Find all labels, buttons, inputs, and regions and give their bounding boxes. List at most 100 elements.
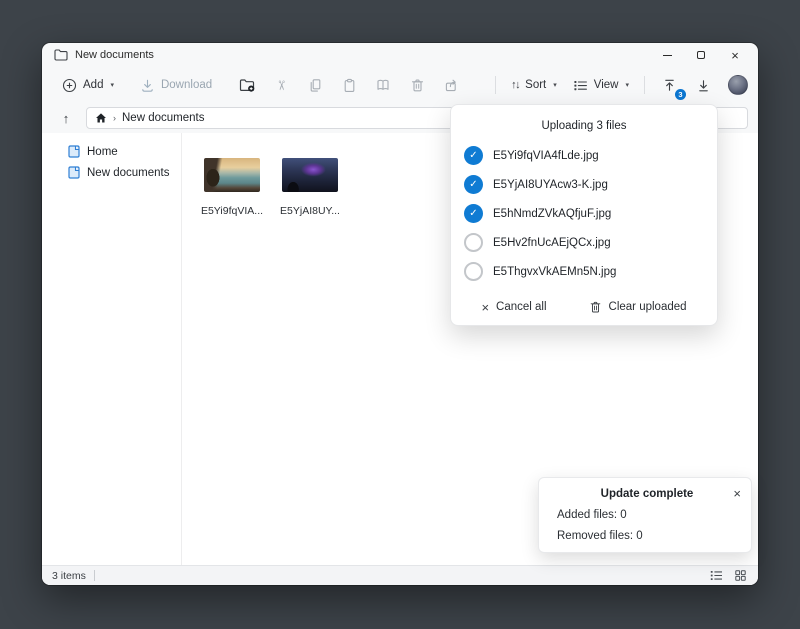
rename-icon [375,78,391,92]
download-button[interactable]: Download [132,73,220,98]
download-progress-button[interactable] [688,71,718,99]
view-button[interactable]: View ▾ [565,74,637,97]
upload-file-name: E5Hv2fnUcAEjQCx.jpg [493,237,611,249]
upload-complete-icon: ✓ [464,175,483,194]
paste-icon [342,78,357,93]
upload-icon [662,78,677,93]
trash-icon [589,300,602,314]
sort-button[interactable]: ↑↓ Sort ▾ [503,74,565,96]
cancel-all-label: Cancel all [496,301,547,313]
maximize-button[interactable] [684,44,718,66]
upload-progress-button[interactable]: 3 [654,71,684,99]
file-thumbnail [204,158,260,192]
upload-file-name: E5Yi9fqVIA4fLde.jpg [493,150,599,162]
download-label: Download [161,79,212,91]
cancel-icon: × [481,301,489,314]
upload-count-badge: 3 [675,89,686,100]
grid-view-icon [735,570,746,581]
sidebar-item-home[interactable]: Home [42,141,181,162]
sidebar-item-label: Home [87,146,118,158]
paste-button[interactable] [334,71,364,99]
upload-progress-panel: Uploading 3 files ✓ E5Yi9fqVIA4fLde.jpg … [450,104,718,326]
sort-icon: ↑↓ [511,79,519,91]
check-icon: ✓ [469,179,477,190]
check-icon: ✓ [469,150,477,161]
update-complete-toast: Update complete × Added files: 0 Removed… [538,477,752,553]
minimize-icon [663,55,672,56]
statusbar: 3 items [42,565,758,585]
user-avatar[interactable] [728,75,748,95]
upload-pending-icon [464,233,483,252]
file-thumbnail [282,158,338,192]
upload-item: ✓ E5Yi9fqVIA4fLde.jpg [451,141,717,170]
toast-close-button[interactable]: × [733,486,741,501]
desktop-background: New documents × Add ▾ [0,0,800,629]
close-button[interactable]: × [718,44,752,66]
download-icon [140,78,155,93]
window-folder-icon [54,49,68,61]
upload-pending-icon [464,262,483,281]
check-icon: ✓ [469,208,477,219]
toolbar-separator [495,76,496,94]
navigate-up-button[interactable]: ↑ [54,106,78,130]
upload-complete-icon: ✓ [464,146,483,165]
upload-panel-title: Uploading 3 files [451,105,717,141]
sidebar: Home New documents [42,133,182,565]
toast-title: Update complete [557,488,737,500]
toolbar-separator [644,76,645,94]
items-count: 3 items [52,570,86,582]
toast-added-line: Added files: 0 [557,509,737,521]
cancel-all-button[interactable]: × Cancel all [475,297,552,318]
view-label: View [594,79,619,91]
cut-icon: ✂ [275,80,288,91]
chevron-right-icon: › [113,113,116,123]
maximize-icon [697,51,705,59]
breadcrumb-current[interactable]: New documents [122,112,204,124]
document-icon [68,166,80,179]
upload-item: E5ThgvxVkAEMn5N.jpg [451,257,717,286]
close-icon: × [733,486,741,501]
cut-button[interactable]: ✂ [266,71,296,99]
rename-button[interactable] [368,71,398,99]
upload-item: ✓ E5hNmdZVkAQfjuF.jpg [451,199,717,228]
delete-icon [410,78,425,93]
sidebar-item-new-documents[interactable]: New documents [42,162,181,183]
home-icon[interactable] [95,112,107,124]
upload-item: ✓ E5YjAI8UYAcw3-K.jpg [451,170,717,199]
download-tray-icon [696,78,711,93]
delete-button[interactable] [402,71,432,99]
caret-down-icon: ▾ [625,81,629,89]
new-folder-icon [239,78,256,93]
view-list-icon [573,79,588,92]
list-view-icon [710,570,723,581]
add-label: Add [83,79,103,91]
copy-icon [308,78,323,93]
share-icon [444,78,459,93]
document-icon [68,145,80,158]
titlebar: New documents × [42,43,758,67]
upload-complete-icon: ✓ [464,204,483,223]
upload-file-name: E5YjAI8UYAcw3-K.jpg [493,179,608,191]
statusbar-divider [94,570,95,581]
grid-view-toggle[interactable] [732,568,748,584]
new-folder-button[interactable] [232,71,262,99]
share-button[interactable] [436,71,466,99]
clear-uploaded-button[interactable]: Clear uploaded [583,296,693,318]
file-name: E5YjAI8UY... [280,205,340,217]
add-button[interactable]: Add ▾ [54,73,122,98]
clear-uploaded-label: Clear uploaded [609,301,687,313]
copy-button[interactable] [300,71,330,99]
window-title: New documents [75,49,154,61]
file-tile[interactable]: E5Yi9fqVIA... [196,158,268,217]
file-name: E5Yi9fqVIA... [201,205,263,217]
upload-file-name: E5hNmdZVkAQfjuF.jpg [493,208,611,220]
toast-removed-line: Removed files: 0 [557,530,737,542]
close-icon: × [731,49,739,62]
minimize-button[interactable] [650,44,684,66]
sort-label: Sort [525,79,546,91]
add-icon [62,78,77,93]
up-arrow-icon: ↑ [63,111,70,126]
file-tile[interactable]: E5YjAI8UY... [274,158,346,217]
list-view-toggle[interactable] [708,568,724,584]
upload-file-name: E5ThgvxVkAEMn5N.jpg [493,266,616,278]
